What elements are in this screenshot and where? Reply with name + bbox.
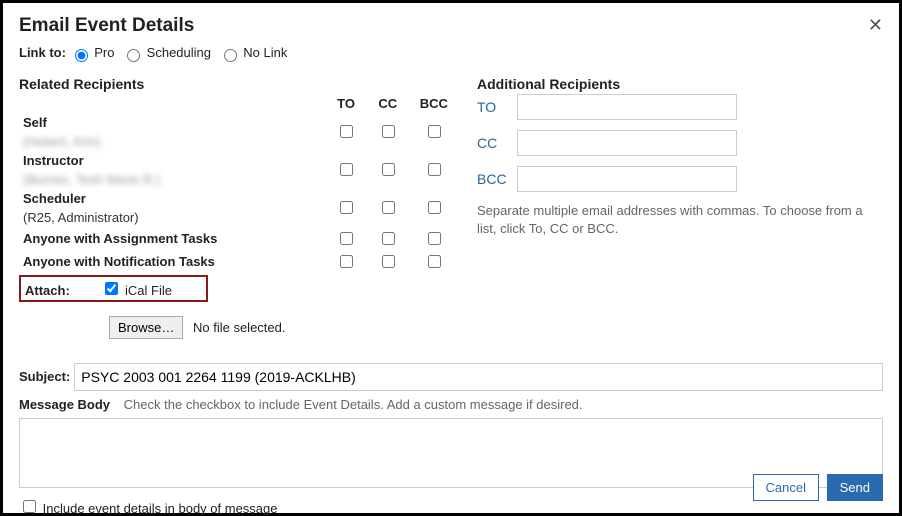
scheduler-cc-checkbox[interactable]	[382, 201, 395, 214]
link-to-radio-nolink[interactable]	[224, 49, 237, 62]
additional-recipients-heading: Additional Recipients	[477, 76, 883, 92]
related-recipients-heading: Related Recipients	[19, 76, 459, 92]
related-row-self: Self	[19, 113, 459, 132]
send-button[interactable]: Send	[827, 474, 883, 501]
col-header-cc: CC	[367, 94, 409, 113]
col-header-to: TO	[325, 94, 367, 113]
email-event-details-dialog: ✕ Email Event Details Link to: Pro Sched…	[0, 0, 902, 516]
no-file-selected-text: No file selected.	[193, 320, 286, 335]
notification-to-checkbox[interactable]	[340, 255, 353, 268]
role-notification-tasks: Anyone with Notification Tasks	[19, 250, 325, 273]
scheduler-to-checkbox[interactable]	[340, 201, 353, 214]
additional-bcc-input[interactable]	[517, 166, 737, 192]
additional-recipients-column: Additional Recipients TO CC BCC Separate…	[459, 76, 883, 349]
dialog-title: Email Event Details	[19, 15, 883, 37]
link-to-option-nolink[interactable]: No Link	[219, 45, 288, 60]
link-to-row: Link to: Pro Scheduling No Link	[19, 45, 883, 62]
related-recipients-table: TO CC BCC Self (Hubert, Kim) Instructor	[19, 94, 459, 273]
self-bcc-checkbox[interactable]	[428, 125, 441, 138]
assignment-bcc-checkbox[interactable]	[428, 232, 441, 245]
assignment-to-checkbox[interactable]	[340, 232, 353, 245]
role-assignment-tasks: Anyone with Assignment Tasks	[19, 227, 325, 250]
self-cc-checkbox[interactable]	[382, 125, 395, 138]
additional-bcc-link[interactable]: BCC	[477, 171, 517, 187]
related-recipients-column: Related Recipients TO CC BCC Self (Huber…	[19, 76, 459, 349]
notification-bcc-checkbox[interactable]	[428, 255, 441, 268]
additional-to-row: TO	[477, 94, 883, 120]
additional-to-link[interactable]: TO	[477, 99, 517, 115]
col-header-bcc: BCC	[409, 94, 459, 113]
role-instructor-sub: (Burnes, Tesh Marie R.)	[19, 170, 325, 189]
assignment-cc-checkbox[interactable]	[382, 232, 395, 245]
include-details-checkbox[interactable]	[23, 500, 36, 513]
browse-button[interactable]: Browse…	[109, 316, 183, 339]
related-row-notification: Anyone with Notification Tasks	[19, 250, 459, 273]
link-to-option-pro[interactable]: Pro	[70, 45, 118, 60]
instructor-cc-checkbox[interactable]	[382, 163, 395, 176]
notification-cc-checkbox[interactable]	[382, 255, 395, 268]
role-scheduler: Scheduler	[19, 189, 325, 208]
related-row-assignment: Anyone with Assignment Tasks	[19, 227, 459, 250]
role-self: Self	[19, 113, 325, 132]
instructor-bcc-checkbox[interactable]	[428, 163, 441, 176]
attach-row-highlight: Attach: iCal File	[19, 275, 208, 302]
attach-label: Attach:	[25, 283, 70, 298]
role-self-sub: (Hubert, Kim)	[19, 132, 325, 151]
role-instructor: Instructor	[19, 151, 325, 170]
message-body-hint: Check the checkbox to include Event Deta…	[124, 397, 583, 412]
link-to-option-scheduling[interactable]: Scheduling	[122, 45, 215, 60]
additional-cc-link[interactable]: CC	[477, 135, 517, 151]
related-row-instructor: Instructor	[19, 151, 459, 170]
subject-label: Subject:	[19, 369, 70, 384]
additional-cc-input[interactable]	[517, 130, 737, 156]
attach-ical-text: iCal File	[125, 283, 172, 298]
scheduler-bcc-checkbox[interactable]	[428, 201, 441, 214]
link-to-label: Link to:	[19, 45, 66, 60]
attach-ical-checkbox[interactable]	[105, 282, 118, 295]
file-attach-row: Browse… No file selected.	[109, 316, 459, 339]
additional-cc-row: CC	[477, 130, 883, 156]
additional-bcc-row: BCC	[477, 166, 883, 192]
additional-to-input[interactable]	[517, 94, 737, 120]
instructor-to-checkbox[interactable]	[340, 163, 353, 176]
role-scheduler-sub: (R25, Administrator)	[19, 208, 325, 227]
attach-ical-option[interactable]: iCal File	[101, 283, 172, 298]
close-icon[interactable]: ✕	[868, 15, 883, 36]
dialog-footer: Cancel Send	[753, 474, 883, 501]
link-to-text-pro: Pro	[94, 45, 114, 60]
link-to-text-scheduling: Scheduling	[147, 45, 211, 60]
related-row-scheduler: Scheduler	[19, 189, 459, 208]
link-to-radio-pro[interactable]	[75, 49, 88, 62]
subject-row: Subject:	[19, 363, 883, 391]
link-to-text-nolink: No Link	[243, 45, 287, 60]
cancel-button[interactable]: Cancel	[753, 474, 819, 501]
message-body-label: Message Body	[19, 397, 110, 412]
include-details-option[interactable]: Include event details in body of message	[19, 501, 278, 516]
link-to-radio-scheduling[interactable]	[127, 49, 140, 62]
include-details-text: Include event details in body of message	[43, 501, 278, 516]
subject-input[interactable]	[74, 363, 883, 391]
additional-help-text: Separate multiple email addresses with c…	[477, 202, 883, 240]
self-to-checkbox[interactable]	[340, 125, 353, 138]
